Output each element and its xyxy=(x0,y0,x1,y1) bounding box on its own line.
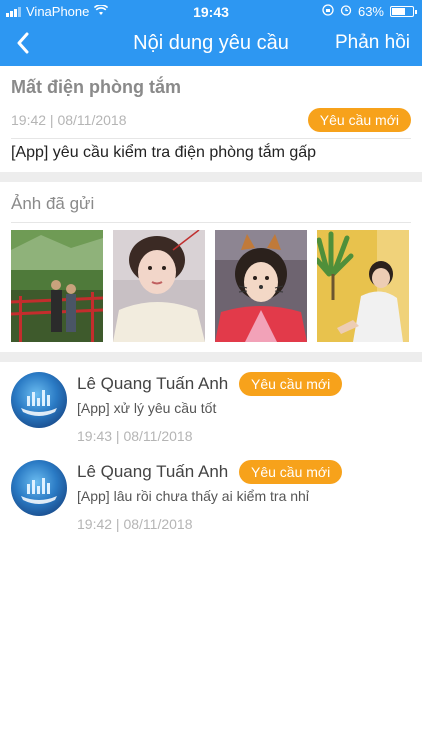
photo-thumbnail[interactable] xyxy=(11,230,103,342)
comment-text: [App] lâu rồi chưa thấy ai kiểm tra nhỉ xyxy=(77,488,309,504)
section-separator xyxy=(0,172,422,182)
app-header: VinaPhone 19:43 63% Nội dung yêu cầu Phả… xyxy=(0,0,422,66)
photo-thumbnail[interactable] xyxy=(317,230,409,342)
navigation-bar: Nội dung yêu cầu Phản hồi xyxy=(0,22,422,66)
reply-button[interactable]: Phản hồi xyxy=(335,32,410,54)
comment-date: 19:42 | 08/11/2018 xyxy=(77,516,193,532)
request-title: Mất điện phòng tắm xyxy=(11,77,181,97)
request-detail: Mất điện phòng tắm 19:42 | 08/11/2018 Yê… xyxy=(0,66,422,172)
alarm-icon xyxy=(340,4,352,19)
photo-thumbnail[interactable] xyxy=(215,230,307,342)
section-separator xyxy=(0,352,422,362)
divider xyxy=(11,222,411,223)
status-badge: Yêu cầu mới xyxy=(307,108,411,132)
photos-section-title: Ảnh đã gửi xyxy=(11,194,95,213)
comment-text: [App] xử lý yêu cầu tốt xyxy=(77,400,217,416)
sent-photos-section: Ảnh đã gửi xyxy=(0,182,422,352)
rotation-lock-icon xyxy=(322,4,334,19)
avatar xyxy=(11,372,67,428)
comment-author: Lê Quang Tuấn Anh xyxy=(77,374,229,393)
divider xyxy=(11,138,411,139)
comment-item[interactable]: Lê Quang Tuấn Anh Yêu cầu mới [App] lâu … xyxy=(0,450,422,540)
status-badge: Yêu cầu mới xyxy=(239,372,343,396)
battery-icon xyxy=(390,6,417,17)
photo-thumbnail[interactable] xyxy=(113,230,205,342)
request-description: [App] yêu cầu kiểm tra điện phòng tắm gấ… xyxy=(11,144,317,161)
comment-date: 19:43 | 08/11/2018 xyxy=(77,428,193,444)
status-bar: VinaPhone 19:43 63% xyxy=(0,0,422,22)
comment-item[interactable]: Lê Quang Tuấn Anh Yêu cầu mới [App] xử l… xyxy=(0,362,422,452)
battery-percent: 63% xyxy=(357,4,384,19)
request-date: 19:42 | 08/11/2018 xyxy=(11,112,127,128)
comment-author: Lê Quang Tuấn Anh xyxy=(77,462,229,481)
status-badge: Yêu cầu mới xyxy=(239,460,343,484)
avatar xyxy=(11,460,67,516)
